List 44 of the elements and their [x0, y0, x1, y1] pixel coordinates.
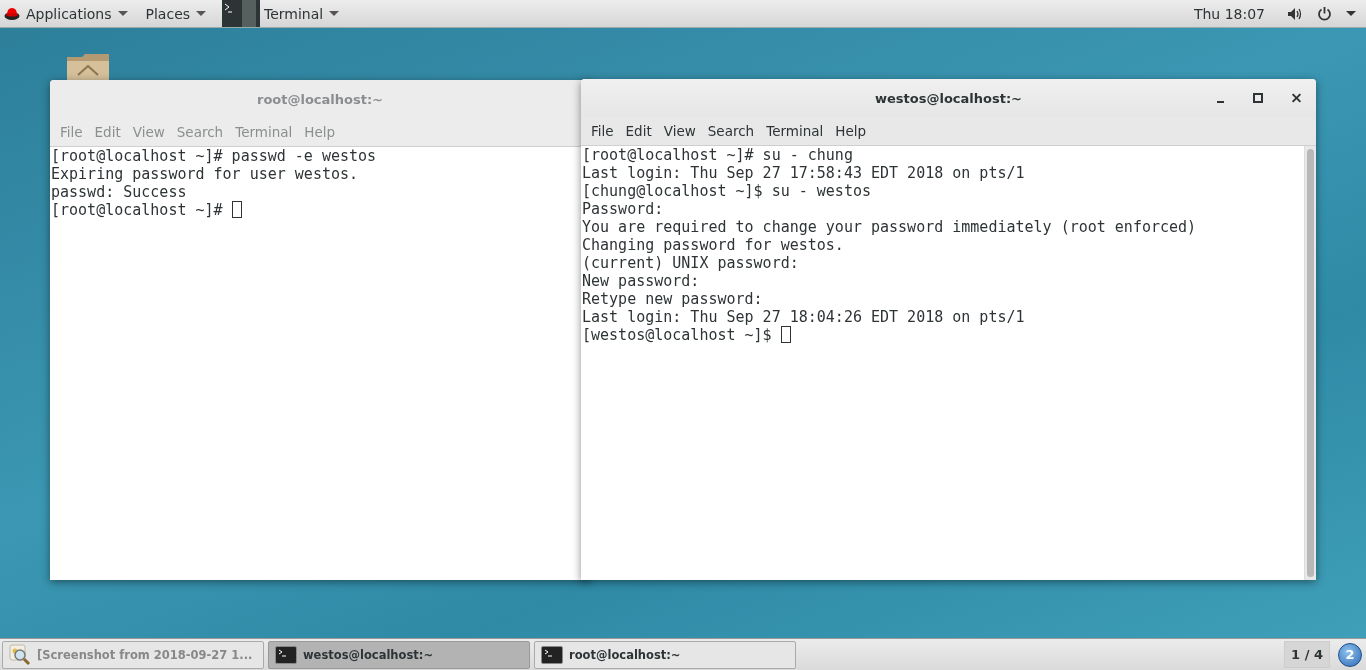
- caret-icon[interactable]: [1346, 11, 1356, 16]
- terminal-line: passwd: Success: [51, 183, 187, 201]
- terminal-line: [westos@localhost ~]$: [582, 326, 773, 344]
- terminal-icon: [222, 0, 261, 27]
- terminal-line: Expiring password for user westos.: [51, 165, 359, 183]
- menu-item[interactable]: File: [585, 123, 620, 139]
- terminal-line: Last login: Thu Sep 27 18:04:26 EDT 2018 on pts/1: [582, 308, 1025, 326]
- taskbar-button[interactable]: westos@localhost:~: [268, 640, 530, 669]
- terminal-line: New password:: [582, 272, 700, 290]
- workspace-switcher[interactable]: 1 / 4: [1284, 641, 1330, 668]
- text-cursor: [780, 326, 791, 343]
- menu-button[interactable]: Places: [145, 5, 207, 22]
- terminal-line: [root@localhost ~]# su - chung: [582, 146, 853, 164]
- terminal-line: (current) UNIX password:: [582, 254, 799, 272]
- terminal-line: You are required to change your password immediately (root enforced): [582, 218, 1197, 236]
- image-viewer-icon: [9, 643, 31, 666]
- menu-item[interactable]: View: [657, 123, 702, 139]
- terminal-line: [root@localhost ~]#: [51, 201, 224, 219]
- menu-button[interactable]: Applications: [26, 5, 128, 22]
- menu-item[interactable]: Terminal: [760, 123, 830, 139]
- terminal-line: Changing password for westos.: [582, 236, 844, 254]
- terminal-line: [root@localhost ~]# passwd -e westos: [51, 147, 377, 165]
- terminal-line: Last login: Thu Sep 27 17:58:43 EDT 2018 on pts/1: [582, 164, 1025, 182]
- menu-item[interactable]: Search: [701, 123, 761, 139]
- volume-icon[interactable]: [1287, 6, 1303, 21]
- terminal-icon: [541, 645, 563, 664]
- menu-item[interactable]: Edit: [619, 123, 658, 139]
- hat-logo-icon: [4, 6, 20, 21]
- caret-icon: [117, 11, 128, 16]
- terminal-line: Retype new password:: [582, 290, 763, 308]
- window-title: westos@localhost:~: [875, 90, 1022, 106]
- text-cursor: [231, 201, 242, 218]
- menu-item[interactable]: Help: [829, 123, 873, 139]
- caret-icon: [329, 11, 340, 16]
- caret-icon: [196, 11, 207, 16]
- taskbar-button[interactable]: root@localhost:~: [534, 640, 796, 669]
- terminal-line: Password:: [582, 200, 664, 218]
- menu-button[interactable]: Terminal: [264, 5, 340, 22]
- terminal-icon: [275, 645, 297, 664]
- clock[interactable]: Thu 18:07: [1193, 5, 1265, 22]
- terminal-line: [chung@localhost ~]$ su - westos: [582, 182, 871, 200]
- scrollbar[interactable]: [1304, 146, 1316, 580]
- power-icon[interactable]: [1317, 6, 1332, 21]
- window-title: root@localhost:~: [256, 91, 383, 107]
